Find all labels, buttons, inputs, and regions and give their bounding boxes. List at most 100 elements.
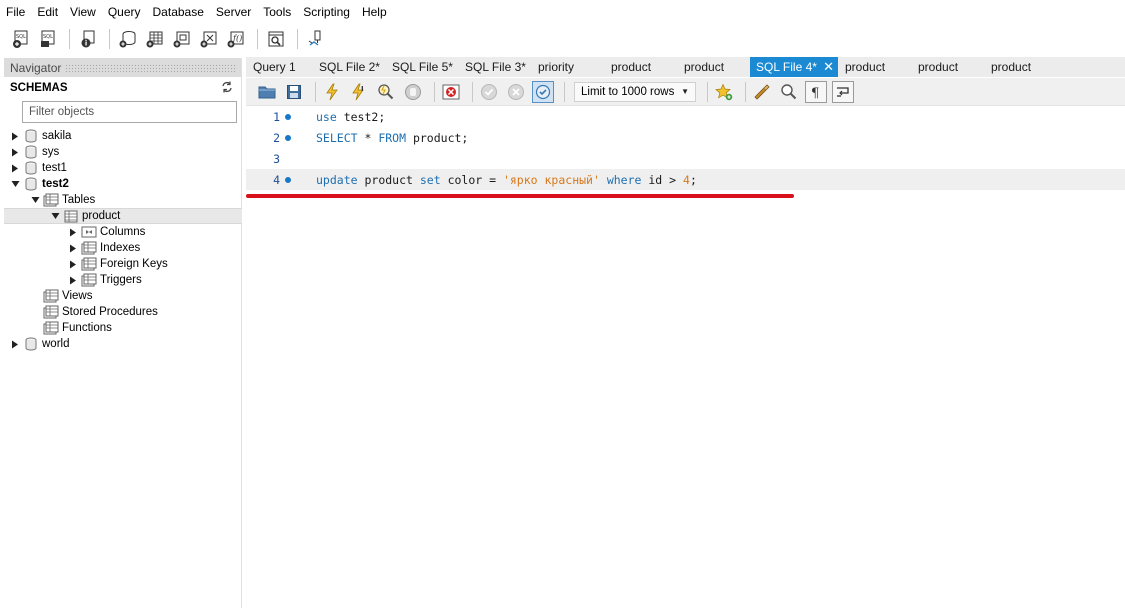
toggle-error-continue-icon[interactable] (440, 81, 462, 103)
tab-label: product (611, 60, 652, 74)
tab-sql-file-4[interactable]: SQL File 4* ✕ (750, 57, 838, 77)
execute-current-statement-icon[interactable]: I (348, 81, 370, 103)
tab-sql-file-5[interactable]: SQL File 5* (385, 57, 458, 77)
find-icon[interactable] (778, 81, 800, 103)
menu-file[interactable]: File (0, 0, 31, 24)
tab-product[interactable]: product (677, 57, 750, 77)
menu-tools[interactable]: Tools (257, 0, 297, 24)
collapse-arrow-icon[interactable] (10, 179, 20, 189)
main-toolbar: SQL SQL f() (0, 24, 1125, 54)
tree-item-stored-procedures[interactable]: Stored Procedures (4, 304, 242, 320)
panel-grip[interactable] (65, 63, 237, 72)
tree-label: product (82, 210, 121, 222)
limit-rows-select[interactable]: Limit to 1000 rows ▼ (574, 81, 696, 102)
menu-query[interactable]: Query (102, 0, 147, 24)
new-sql-tab-icon[interactable]: SQL (10, 28, 32, 50)
expand-arrow-icon[interactable] (68, 243, 78, 253)
toolbar-separator (564, 81, 565, 102)
save-icon[interactable] (283, 81, 305, 103)
tree-label: sys (42, 146, 60, 158)
expand-arrow-icon[interactable] (10, 131, 20, 141)
expand-arrow-icon[interactable] (10, 339, 20, 349)
toolbar-separator (69, 29, 70, 49)
beautify-icon[interactable] (751, 81, 773, 103)
statement-marker-icon (280, 176, 296, 183)
search-table-data-icon[interactable] (265, 28, 287, 50)
tree-label: test2 (42, 178, 69, 190)
open-sql-script-icon[interactable]: SQL (37, 28, 59, 50)
invisible-characters-icon[interactable]: ¶ (805, 80, 827, 103)
editor-line[interactable]: 1 use test2; (246, 106, 1125, 127)
menu-database[interactable]: Database (147, 0, 210, 24)
menu-help[interactable]: Help (356, 0, 393, 24)
tree-item-triggers[interactable]: Triggers (4, 272, 242, 288)
tree-item-test2[interactable]: test2 (4, 176, 242, 192)
filter-objects-field[interactable] (22, 101, 237, 123)
tree-item-columns[interactable]: Columns (4, 224, 242, 240)
statement-marker-icon (280, 134, 296, 141)
expand-arrow-icon[interactable] (68, 259, 78, 269)
editor-line[interactable]: 3 (246, 148, 1125, 169)
expand-arrow-icon[interactable] (68, 275, 78, 285)
tree-item-test1[interactable]: test1 (4, 160, 242, 176)
tree-item-indexes[interactable]: Indexes (4, 240, 242, 256)
stop-icon[interactable] (402, 81, 424, 103)
tree-item-sys[interactable]: sys (4, 144, 242, 160)
explain-icon[interactable] (375, 81, 397, 103)
expand-arrow-icon[interactable] (10, 163, 20, 173)
database-icon (23, 337, 39, 351)
expand-arrow-icon[interactable] (68, 227, 78, 237)
rollback-icon[interactable] (505, 81, 527, 103)
create-view-icon[interactable] (171, 28, 193, 50)
tree-item-world[interactable]: world (4, 336, 242, 352)
sql-editor[interactable]: 1 use test2; 2 SELECT * FROM product; 3 … (246, 106, 1125, 608)
close-tab-icon[interactable]: ✕ (823, 57, 834, 77)
tree-item-tables[interactable]: Tables (4, 192, 242, 208)
tab-product[interactable]: product (911, 57, 984, 77)
create-procedure-icon[interactable] (198, 28, 220, 50)
editor-line-current[interactable]: 4 update product set color = 'ярко красн… (246, 169, 1125, 190)
create-schema-icon[interactable] (117, 28, 139, 50)
code-token: ; (689, 172, 697, 187)
collapse-arrow-icon[interactable] (30, 195, 40, 205)
commit-icon[interactable] (478, 81, 500, 103)
expand-arrow-icon[interactable] (10, 147, 20, 157)
menu-scripting[interactable]: Scripting (297, 0, 356, 24)
add-snippet-icon[interactable] (713, 81, 735, 103)
filter-objects-input[interactable] (29, 106, 236, 118)
number-token: 4 (683, 172, 690, 187)
word-wrap-icon[interactable] (832, 80, 854, 103)
execute-icon[interactable] (321, 81, 343, 103)
tree-item-views[interactable]: Views (4, 288, 242, 304)
tab-sql-file-3[interactable]: SQL File 3* (458, 57, 531, 77)
reconnect-icon[interactable] (305, 28, 327, 50)
autocommit-toggle-icon[interactable] (532, 80, 554, 103)
tree-item-foreign-keys[interactable]: Foreign Keys (4, 256, 242, 272)
refresh-schemas-icon[interactable] (221, 81, 233, 96)
menu-view[interactable]: View (64, 0, 102, 24)
tab-product[interactable]: product (604, 57, 677, 77)
menu-edit[interactable]: Edit (31, 0, 64, 24)
collapse-arrow-icon[interactable] (50, 211, 60, 221)
tab-product[interactable]: product (838, 57, 911, 77)
sql-editor-toolbar: I Limit to 1000 rows ▼ ¶ (246, 78, 1125, 106)
inspector-icon[interactable] (77, 28, 99, 50)
create-function-icon[interactable]: f() (225, 28, 247, 50)
tree-label: Triggers (100, 274, 142, 286)
open-folder-icon[interactable] (256, 81, 278, 103)
tree-item-sakila[interactable]: sakila (4, 128, 242, 144)
tree-label: Stored Procedures (62, 306, 158, 318)
annotation-underline (246, 194, 794, 198)
tab-product[interactable]: product (984, 57, 1057, 77)
tab-priority[interactable]: priority (531, 57, 604, 77)
create-table-icon[interactable] (144, 28, 166, 50)
menu-server[interactable]: Server (210, 0, 257, 24)
triggers-folder-icon (81, 273, 97, 287)
tree-label: Views (62, 290, 93, 302)
database-icon (23, 129, 39, 143)
tab-query-1[interactable]: Query 1 (246, 57, 312, 77)
editor-line[interactable]: 2 SELECT * FROM product; (246, 127, 1125, 148)
tab-sql-file-2[interactable]: SQL File 2* (312, 57, 385, 77)
tree-item-product[interactable]: product (4, 208, 242, 224)
tree-item-functions[interactable]: Functions (4, 320, 242, 336)
